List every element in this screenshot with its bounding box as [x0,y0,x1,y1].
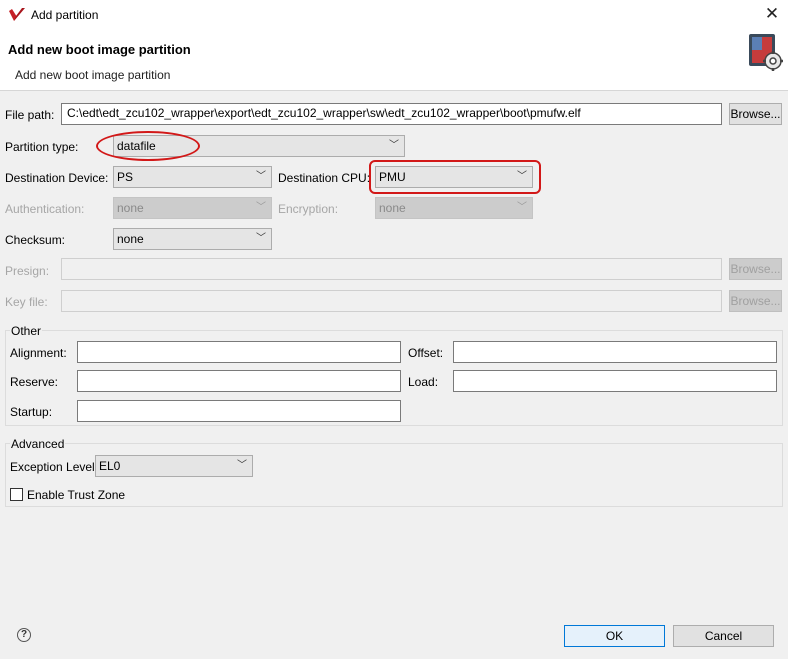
startup-label: Startup: [10,405,53,419]
load-input[interactable] [453,370,777,392]
cancel-button[interactable]: Cancel [673,625,774,647]
exception-level-label: Exception Level [10,460,95,474]
alignment-label: Alignment: [10,346,67,360]
help-icon[interactable]: ? [17,628,31,642]
destination-device-select[interactable]: PS ﹀ [113,166,272,188]
chevron-down-icon: ﹀ [256,202,266,213]
key-file-label: Key file: [5,295,48,309]
alignment-input[interactable] [77,341,401,363]
window-title: Add partition [31,8,99,22]
chevron-down-icon: ﹀ [256,233,266,244]
authentication-value: none [117,201,144,215]
key-file-browse-button[interactable]: Browse... [729,290,782,312]
encryption-select[interactable]: none ﹀ [375,197,533,219]
load-label: Load: [408,375,439,389]
destination-cpu-label: Destination CPU: [278,171,371,185]
other-group-title: Other [10,324,43,338]
trust-zone-checkbox[interactable] [10,488,23,501]
chevron-down-icon: ﹀ [389,140,399,151]
banner-subtitle: Add new boot image partition [15,68,171,82]
authentication-select[interactable]: none ﹀ [113,197,272,219]
title-bar: Add partition ✕ [0,0,788,30]
chevron-down-icon: ﹀ [256,171,266,182]
boot-image-gear-icon [749,34,783,71]
reserve-input[interactable] [77,370,401,392]
vivado-logo-icon [9,8,25,21]
destination-device-value: PS [117,170,134,184]
checksum-select[interactable]: none ﹀ [113,228,272,250]
authentication-label: Authentication: [5,202,85,216]
partition-type-label: Partition type: [5,140,79,154]
encryption-value: none [379,201,406,215]
startup-input[interactable] [77,400,401,422]
offset-label: Offset: [408,346,444,360]
offset-input[interactable] [453,341,777,363]
key-file-input[interactable] [61,290,722,312]
chevron-down-icon: ﹀ [517,202,527,213]
destination-device-label: Destination Device: [5,171,109,185]
checksum-value: none [117,232,144,246]
destination-cpu-highlight [369,160,541,194]
presign-browse-button[interactable]: Browse... [729,258,782,280]
trust-zone-label[interactable]: Enable Trust Zone [27,488,125,502]
file-path-label: File path: [5,108,55,122]
close-icon[interactable]: ✕ [762,4,782,24]
file-path-browse-button[interactable]: Browse... [729,103,782,125]
dialog-banner: Add new boot image partition Add new boo… [0,30,788,91]
ok-button[interactable]: OK [564,625,665,647]
encryption-label: Encryption: [278,202,339,216]
checksum-label: Checksum: [5,233,66,247]
reserve-label: Reserve: [10,375,59,389]
exception-level-select[interactable]: EL0 ﹀ [95,455,253,477]
exception-level-value: EL0 [99,459,121,473]
partition-type-highlight [96,131,200,161]
presign-input[interactable] [61,258,722,280]
presign-label: Presign: [5,264,50,278]
advanced-group-title: Advanced [10,437,66,451]
chevron-down-icon: ﹀ [237,460,247,471]
file-path-input[interactable]: C:\edt\edt_zcu102_wrapper\export\edt_zcu… [61,103,722,125]
banner-title: Add new boot image partition [8,42,191,57]
